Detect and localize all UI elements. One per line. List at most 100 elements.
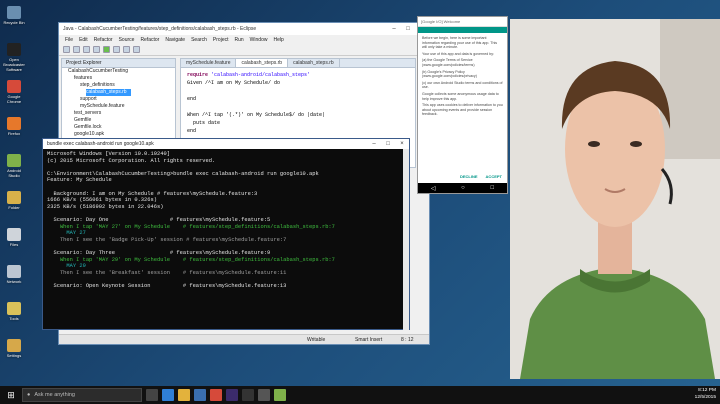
tree-row[interactable]: step_definitions	[62, 82, 175, 89]
home-icon[interactable]: ○	[461, 185, 465, 191]
shortcut-icon	[7, 302, 21, 315]
project-explorer-tab[interactable]: Project Explorer	[62, 59, 175, 68]
webcam-overlay	[510, 19, 720, 379]
dialog-actions: DECLINE ACCEPT	[460, 174, 502, 179]
menu-item[interactable]: File	[65, 37, 73, 43]
recents-icon[interactable]: □	[491, 185, 495, 191]
debug-icon[interactable]	[93, 46, 100, 53]
taskbar: ⊞ ● Ask me anything 8:12 PM 12/5/2015	[0, 386, 720, 404]
windows-start-icon[interactable]: ⊞	[0, 386, 22, 404]
menu-item[interactable]: Navigate	[165, 37, 185, 43]
tree-row[interactable]: support	[62, 96, 175, 103]
tree-row[interactable]: google10.apk	[62, 131, 175, 138]
new-file-icon[interactable]	[63, 46, 70, 53]
tree-row[interactable]: CalabashCucumberTesting	[62, 68, 175, 75]
menu-item[interactable]: Edit	[79, 37, 88, 43]
terminal-line: MAY 27	[47, 230, 86, 237]
back-icon[interactable]: ◁	[431, 185, 436, 192]
desktop-shortcut[interactable]: Settings	[2, 339, 26, 358]
editor-tab[interactable]: mySchedule.feature	[181, 59, 237, 67]
edge-icon[interactable]	[162, 389, 174, 401]
terms-paragraph: This app uses cookies to deliver informa…	[422, 103, 503, 117]
tree-row[interactable]: calabash_steps.rb	[62, 89, 175, 96]
menu-item[interactable]: Refactor	[140, 37, 159, 43]
desktop-shortcut[interactable]: Recycle Bin	[2, 6, 26, 25]
clock-time: 8:12 PM	[698, 388, 716, 393]
obs-icon[interactable]	[258, 389, 270, 401]
desktop-shortcut[interactable]: Folder	[2, 191, 26, 210]
chrome-icon[interactable]	[210, 389, 222, 401]
status-insert-mode: Smart Insert	[355, 336, 383, 343]
minimize-icon[interactable]: –	[387, 26, 401, 32]
cmd-icon[interactable]	[242, 389, 254, 401]
maximize-icon[interactable]: □	[401, 26, 415, 32]
project-tree: CalabashCucumberTesting features step_defi…	[62, 68, 175, 138]
terminal-line: Scenario: Day Three # features\mySchedul…	[47, 249, 271, 256]
terminal-scrollbar[interactable]	[403, 149, 409, 330]
terminal-line: When I tap 'MAY 29' on My Schedule # fea…	[47, 256, 335, 263]
print-icon[interactable]	[83, 46, 90, 53]
back-icon[interactable]	[123, 46, 130, 53]
terms-paragraph: (b) Google's Privacy Policy (www.google.…	[422, 69, 477, 79]
desktop-shortcut[interactable]: Network	[2, 265, 26, 284]
terminal-window[interactable]: bundle exec calabash-android run google1…	[42, 138, 410, 330]
close-icon[interactable]: ×	[395, 141, 409, 147]
webcam-person	[510, 19, 720, 379]
shortcut-label: Google Chrome	[6, 94, 22, 104]
desktop-shortcut[interactable]: Google Chrome	[2, 80, 26, 104]
menu-item[interactable]: Help	[273, 37, 283, 43]
code-content[interactable]: require 'calabash-android/calabash_steps…	[181, 68, 415, 138]
run-icon[interactable]	[103, 46, 110, 53]
tree-row[interactable]: Gemfile	[62, 117, 175, 124]
desktop-shortcut[interactable]: Tools	[2, 302, 26, 321]
desktop-shortcut[interactable]: Open Broadcaster Software	[2, 43, 26, 72]
terminal-line: Scenario: Day One # features\mySchedule.…	[47, 216, 271, 223]
menu-item[interactable]: Source	[119, 37, 135, 43]
tree-row[interactable]: test_servers	[62, 110, 175, 117]
shortcut-icon	[7, 265, 21, 278]
terminal-title: bundle exec calabash-android run google1…	[47, 141, 154, 147]
shortcut-icon	[7, 117, 21, 130]
accept-button[interactable]: ACCEPT	[486, 174, 502, 179]
desktop-shortcut[interactable]: Firefox	[2, 117, 26, 136]
maximize-icon[interactable]: □	[381, 141, 395, 147]
menu-item[interactable]: Search	[191, 37, 207, 43]
shortcut-icon	[7, 80, 21, 93]
search-placeholder: Ask me anything	[34, 392, 75, 398]
dialog-title: [Google I/O] Welcome	[421, 19, 461, 24]
emulator-title-bar[interactable]: [Google I/O] Welcome	[418, 17, 507, 27]
android-studio-icon[interactable]	[274, 389, 286, 401]
editor-tab[interactable]: calabash_steps.rb	[288, 59, 340, 67]
menu-item[interactable]: Window	[250, 37, 268, 43]
editor-tab[interactable]: calabash_steps.rb	[236, 59, 289, 67]
terminal-line: (c) 2015 Microsoft Corporation. All righ…	[47, 157, 216, 164]
shortcut-label: Android Studio	[7, 168, 21, 178]
task-view-icon[interactable]	[146, 389, 158, 401]
desktop-shortcut[interactable]: Files	[2, 228, 26, 247]
eclipse-title-bar[interactable]: Java - CalabashCucumberTesting/features/…	[59, 23, 429, 35]
file-explorer-icon[interactable]	[178, 389, 190, 401]
system-tray[interactable]: 8:12 PM 12/5/2015	[695, 387, 716, 401]
minimize-icon[interactable]: –	[367, 141, 381, 147]
forward-icon[interactable]	[133, 46, 140, 53]
shortcut-label: Settings	[6, 353, 22, 358]
terms-paragraph: (c) our own Android Studio terms and con…	[422, 80, 503, 90]
search-icon[interactable]	[113, 46, 120, 53]
tree-row[interactable]: Gemfile.lock	[62, 124, 175, 131]
terminal-title-bar[interactable]: bundle exec calabash-android run google1…	[43, 139, 409, 149]
menu-item[interactable]: Refactor	[94, 37, 113, 43]
tree-row[interactable]: mySchedule.feature	[62, 103, 175, 110]
menu-item[interactable]: Project	[213, 37, 229, 43]
menu-item[interactable]: Run	[234, 37, 243, 43]
save-icon[interactable]	[73, 46, 80, 53]
eclipse-icon[interactable]	[226, 389, 238, 401]
tree-item-label: google10.apk	[74, 131, 105, 137]
store-icon[interactable]	[194, 389, 206, 401]
desktop-shortcut[interactable]: Android Studio	[2, 154, 26, 178]
decline-button[interactable]: DECLINE	[460, 174, 478, 179]
tree-item-label: mySchedule.feature	[80, 103, 125, 109]
cortana-search-box[interactable]: ● Ask me anything	[22, 388, 142, 402]
tree-row[interactable]: features	[62, 75, 175, 82]
